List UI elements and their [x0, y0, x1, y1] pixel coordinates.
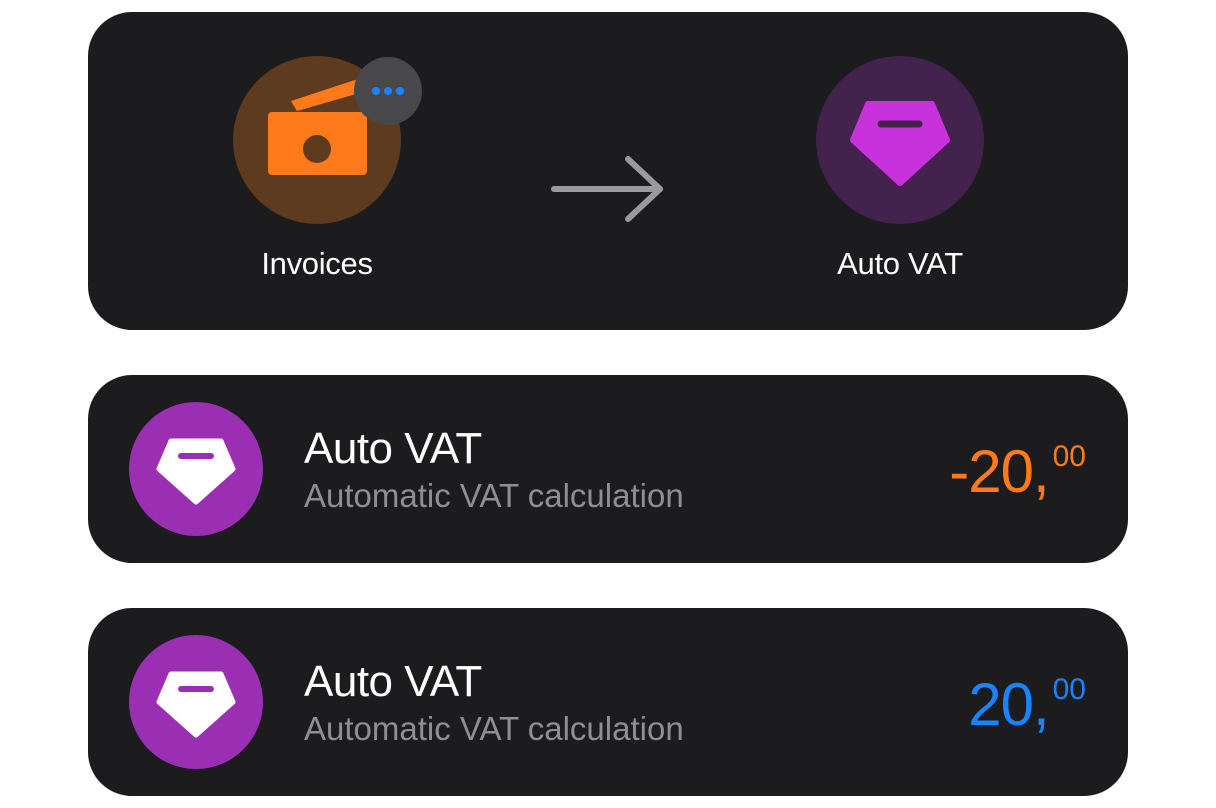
amount-main: -20, [949, 438, 1049, 505]
automation-flow-card[interactable]: Invoices Auto VAT [88, 12, 1128, 330]
invoices-label: Invoices [261, 246, 373, 281]
transaction-amount: -20, 00 [949, 437, 1086, 506]
auto-vat-row-icon [129, 402, 263, 536]
auto-vat-app-icon[interactable] [816, 56, 984, 224]
transaction-amount: 20, 00 [968, 670, 1086, 739]
amount-cents: 00 [1052, 440, 1086, 473]
arrow-right-icon [551, 156, 663, 222]
more-options-badge[interactable] [354, 57, 422, 125]
diamond-icon [850, 101, 950, 186]
transaction-title: Auto VAT [304, 424, 482, 473]
amount-main: 20, [968, 671, 1049, 738]
amount-cents: 00 [1052, 673, 1086, 706]
auto-vat-row-icon [129, 635, 263, 769]
transaction-row[interactable]: Auto VAT Automatic VAT calculation 20, 00 [88, 608, 1128, 796]
transaction-row[interactable]: Auto VAT Automatic VAT calculation -20, 0… [88, 375, 1128, 563]
diamond-icon [156, 438, 236, 505]
auto-vat-label: Auto VAT [837, 246, 963, 281]
transaction-subtitle: Automatic VAT calculation [304, 477, 684, 514]
diamond-icon [156, 671, 236, 738]
more-dots-icon [372, 87, 404, 95]
transaction-title: Auto VAT [304, 657, 482, 706]
transaction-subtitle: Automatic VAT calculation [304, 710, 684, 747]
